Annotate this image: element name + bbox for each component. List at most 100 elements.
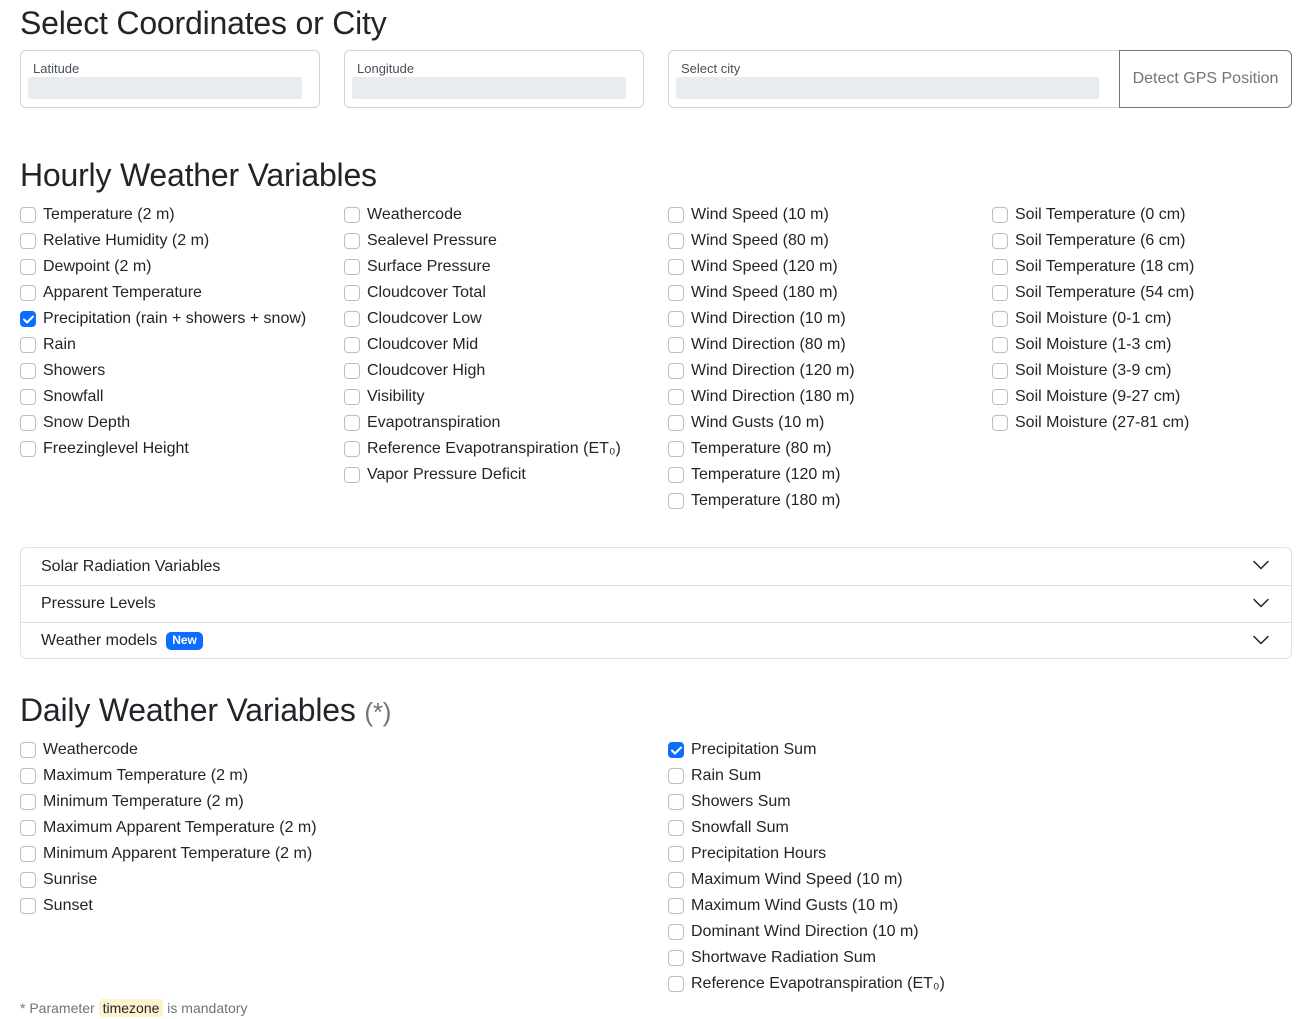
detect-gps-button[interactable]: Detect GPS Position	[1119, 50, 1292, 108]
checkbox-visibility[interactable]: Visibility	[344, 384, 621, 410]
checkbox-unchecked-icon[interactable]	[20, 389, 36, 405]
checkbox-wind-direction-120-m[interactable]: Wind Direction (120 m)	[668, 358, 855, 384]
checkbox-unchecked-icon[interactable]	[344, 207, 360, 223]
checkbox-unchecked-icon[interactable]	[668, 768, 684, 784]
checkbox-unchecked-icon[interactable]	[20, 742, 36, 758]
checkbox-precipitation-rain-showers-snow[interactable]: Precipitation (rain + showers + snow)	[20, 306, 306, 332]
checkbox-soil-temperature-0-cm[interactable]: Soil Temperature (0 cm)	[992, 202, 1194, 228]
checkbox-unchecked-icon[interactable]	[20, 233, 36, 249]
checkbox-reference-evapotranspiration-et[interactable]: Reference Evapotranspiration (ET₀)	[344, 436, 621, 462]
checkbox-cloudcover-mid[interactable]: Cloudcover Mid	[344, 332, 621, 358]
checkbox-unchecked-icon[interactable]	[668, 794, 684, 810]
checkbox-maximum-temperature-2-m[interactable]: Maximum Temperature (2 m)	[20, 763, 317, 789]
checkbox-maximum-wind-speed-10-m[interactable]: Maximum Wind Speed (10 m)	[668, 867, 945, 893]
checkbox-wind-speed-10-m[interactable]: Wind Speed (10 m)	[668, 202, 855, 228]
checkbox-unchecked-icon[interactable]	[20, 415, 36, 431]
checkbox-unchecked-icon[interactable]	[668, 415, 684, 431]
checkbox-unchecked-icon[interactable]	[992, 259, 1008, 275]
checkbox-unchecked-icon[interactable]	[344, 337, 360, 353]
checkbox-snowfall-sum[interactable]: Snowfall Sum	[668, 815, 945, 841]
checkbox-unchecked-icon[interactable]	[20, 872, 36, 888]
checkbox-rain[interactable]: Rain	[20, 332, 306, 358]
checkbox-unchecked-icon[interactable]	[668, 259, 684, 275]
checkbox-apparent-temperature[interactable]: Apparent Temperature	[20, 280, 306, 306]
checkbox-cloudcover-total[interactable]: Cloudcover Total	[344, 280, 621, 306]
checkbox-wind-direction-10-m[interactable]: Wind Direction (10 m)	[668, 306, 855, 332]
checkbox-unchecked-icon[interactable]	[668, 311, 684, 327]
checkbox-soil-temperature-18-cm[interactable]: Soil Temperature (18 cm)	[992, 254, 1194, 280]
checkbox-evapotranspiration[interactable]: Evapotranspiration	[344, 410, 621, 436]
checkbox-unchecked-icon[interactable]	[20, 363, 36, 379]
checkbox-unchecked-icon[interactable]	[20, 768, 36, 784]
city-field[interactable]: Select city	[668, 50, 1120, 108]
checkbox-surface-pressure[interactable]: Surface Pressure	[344, 254, 621, 280]
longitude-input[interactable]	[352, 77, 626, 99]
checkbox-unchecked-icon[interactable]	[668, 820, 684, 836]
checkbox-unchecked-icon[interactable]	[20, 794, 36, 810]
checkbox-unchecked-icon[interactable]	[344, 389, 360, 405]
checkbox-unchecked-icon[interactable]	[344, 467, 360, 483]
city-input[interactable]	[676, 77, 1099, 99]
checkbox-minimum-apparent-temperature-2-m[interactable]: Minimum Apparent Temperature (2 m)	[20, 841, 317, 867]
checkbox-sunset[interactable]: Sunset	[20, 893, 317, 919]
checkbox-unchecked-icon[interactable]	[992, 311, 1008, 327]
checkbox-unchecked-icon[interactable]	[668, 872, 684, 888]
checkbox-wind-speed-120-m[interactable]: Wind Speed (120 m)	[668, 254, 855, 280]
checkbox-soil-moisture-1-3-cm[interactable]: Soil Moisture (1-3 cm)	[992, 332, 1194, 358]
checkbox-checked-icon[interactable]	[668, 742, 684, 758]
checkbox-wind-speed-80-m[interactable]: Wind Speed (80 m)	[668, 228, 855, 254]
checkbox-unchecked-icon[interactable]	[344, 415, 360, 431]
checkbox-wind-direction-180-m[interactable]: Wind Direction (180 m)	[668, 384, 855, 410]
checkbox-unchecked-icon[interactable]	[344, 285, 360, 301]
checkbox-unchecked-icon[interactable]	[20, 285, 36, 301]
checkbox-unchecked-icon[interactable]	[668, 898, 684, 914]
checkbox-soil-moisture-9-27-cm[interactable]: Soil Moisture (9-27 cm)	[992, 384, 1194, 410]
checkbox-temperature-180-m[interactable]: Temperature (180 m)	[668, 488, 855, 514]
accordion-solar-radiation[interactable]: Solar Radiation Variables	[21, 548, 1291, 585]
checkbox-shortwave-radiation-sum[interactable]: Shortwave Radiation Sum	[668, 945, 945, 971]
checkbox-snow-depth[interactable]: Snow Depth	[20, 410, 306, 436]
checkbox-unchecked-icon[interactable]	[344, 311, 360, 327]
checkbox-freezinglevel-height[interactable]: Freezinglevel Height	[20, 436, 306, 462]
checkbox-unchecked-icon[interactable]	[668, 363, 684, 379]
checkbox-showers[interactable]: Showers	[20, 358, 306, 384]
checkbox-unchecked-icon[interactable]	[20, 846, 36, 862]
checkbox-cloudcover-low[interactable]: Cloudcover Low	[344, 306, 621, 332]
checkbox-unchecked-icon[interactable]	[344, 363, 360, 379]
checkbox-unchecked-icon[interactable]	[668, 976, 684, 992]
accordion-pressure-levels[interactable]: Pressure Levels	[21, 585, 1291, 622]
latitude-input[interactable]	[28, 77, 302, 99]
checkbox-unchecked-icon[interactable]	[992, 285, 1008, 301]
checkbox-unchecked-icon[interactable]	[668, 493, 684, 509]
checkbox-soil-temperature-54-cm[interactable]: Soil Temperature (54 cm)	[992, 280, 1194, 306]
checkbox-unchecked-icon[interactable]	[20, 820, 36, 836]
checkbox-unchecked-icon[interactable]	[668, 924, 684, 940]
checkbox-dominant-wind-direction-10-m[interactable]: Dominant Wind Direction (10 m)	[668, 919, 945, 945]
checkbox-wind-direction-80-m[interactable]: Wind Direction (80 m)	[668, 332, 855, 358]
checkbox-unchecked-icon[interactable]	[20, 441, 36, 457]
checkbox-weathercode[interactable]: Weathercode	[20, 737, 317, 763]
checkbox-wind-speed-180-m[interactable]: Wind Speed (180 m)	[668, 280, 855, 306]
checkbox-unchecked-icon[interactable]	[20, 337, 36, 353]
checkbox-temperature-80-m[interactable]: Temperature (80 m)	[668, 436, 855, 462]
checkbox-soil-moisture-0-1-cm[interactable]: Soil Moisture (0-1 cm)	[992, 306, 1194, 332]
accordion-weather-models[interactable]: Weather models New	[21, 622, 1291, 659]
checkbox-unchecked-icon[interactable]	[668, 950, 684, 966]
checkbox-unchecked-icon[interactable]	[992, 337, 1008, 353]
checkbox-vapor-pressure-deficit[interactable]: Vapor Pressure Deficit	[344, 462, 621, 488]
checkbox-soil-temperature-6-cm[interactable]: Soil Temperature (6 cm)	[992, 228, 1194, 254]
checkbox-minimum-temperature-2-m[interactable]: Minimum Temperature (2 m)	[20, 789, 317, 815]
checkbox-temperature-2-m[interactable]: Temperature (2 m)	[20, 202, 306, 228]
checkbox-unchecked-icon[interactable]	[992, 233, 1008, 249]
checkbox-unchecked-icon[interactable]	[992, 363, 1008, 379]
longitude-field[interactable]: Longitude	[344, 50, 644, 108]
checkbox-dewpoint-2-m[interactable]: Dewpoint (2 m)	[20, 254, 306, 280]
checkbox-sealevel-pressure[interactable]: Sealevel Pressure	[344, 228, 621, 254]
checkbox-unchecked-icon[interactable]	[668, 233, 684, 249]
checkbox-unchecked-icon[interactable]	[668, 207, 684, 223]
checkbox-weathercode[interactable]: Weathercode	[344, 202, 621, 228]
checkbox-unchecked-icon[interactable]	[668, 285, 684, 301]
checkbox-relative-humidity-2-m[interactable]: Relative Humidity (2 m)	[20, 228, 306, 254]
checkbox-unchecked-icon[interactable]	[992, 207, 1008, 223]
checkbox-precipitation-hours[interactable]: Precipitation Hours	[668, 841, 945, 867]
